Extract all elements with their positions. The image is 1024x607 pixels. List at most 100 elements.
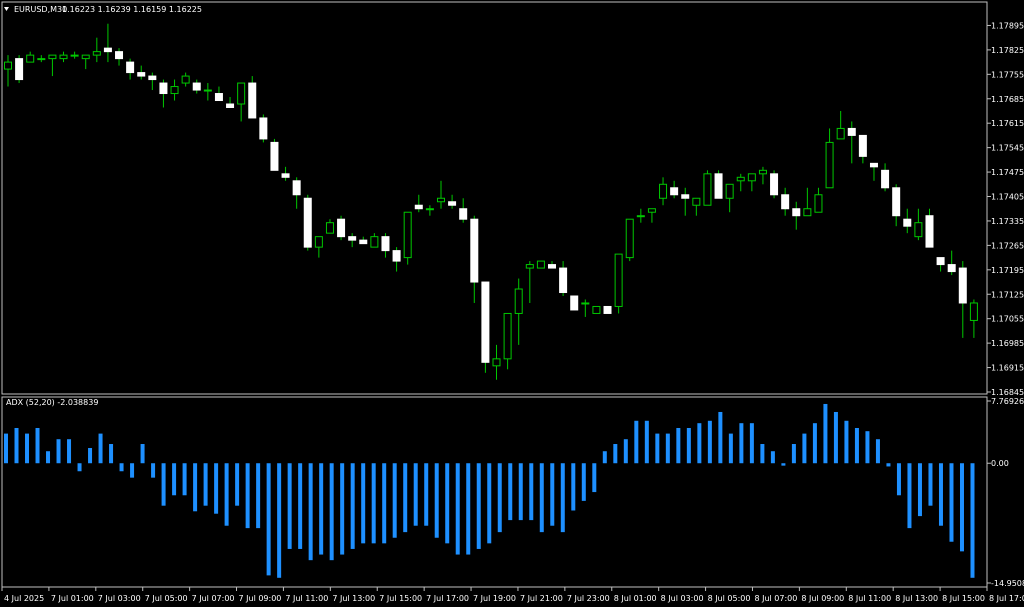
candle: [869, 162, 878, 181]
candle-body: [15, 58, 24, 81]
price-tick-label: 1.16985: [991, 339, 1024, 348]
candle: [892, 184, 901, 227]
time-tick-label: 8 Jul 01:00: [614, 594, 657, 603]
time-tick-label: 7 Jul 09:00: [239, 594, 282, 603]
time-tick-label: 7 Jul 23:00: [567, 594, 610, 603]
candle: [359, 236, 368, 245]
adx-bar: [623, 439, 628, 464]
candle: [115, 48, 124, 66]
adx-bar: [455, 463, 460, 555]
time-tick-label: 8 Jul 13:00: [895, 594, 938, 603]
adx-bar: [266, 463, 271, 576]
adx-bar: [928, 463, 933, 506]
candle: [126, 58, 135, 80]
candle-body: [425, 208, 434, 211]
price-tick-label: 1.17755: [991, 70, 1024, 79]
candle: [159, 79, 168, 108]
candle: [503, 312, 512, 370]
candle: [781, 187, 790, 216]
candle-body: [81, 54, 90, 60]
price-chart-svg[interactable]: 1.17895 1.17825 1.17755 1.17685 1.17615 1.175…: [0, 0, 1024, 607]
adx-bar: [581, 463, 586, 501]
adx-bar: [361, 463, 366, 544]
adx-bar: [613, 444, 618, 464]
adx-bar: [634, 420, 639, 464]
adx-bar: [371, 463, 376, 544]
price-tick-label: 1.17195: [991, 266, 1024, 275]
candle-body: [115, 51, 124, 60]
adx-bar: [770, 451, 775, 464]
candle: [825, 128, 834, 189]
chart-frames: [1, 1, 988, 588]
adx-bar: [518, 463, 523, 521]
candle-body: [681, 194, 690, 199]
candle-body: [59, 54, 68, 60]
candle-body: [470, 218, 479, 283]
price-pane-frame: [1, 1, 988, 395]
adx-bar: [802, 433, 807, 464]
adx-tick-label: -14.95084: [991, 579, 1024, 588]
candle: [392, 247, 401, 272]
adx-bar: [812, 423, 817, 464]
candle-body: [170, 86, 179, 95]
candle: [337, 215, 346, 241]
adx-bar: [644, 420, 649, 464]
candle-body: [925, 215, 934, 248]
candle-body: [370, 236, 379, 248]
candle-body: [559, 267, 568, 294]
time-axis: 4 Jul 2025 7 Jul 01:00 7 Jul 03:00 7 Jul 05…: [1, 587, 1024, 603]
candle-body: [614, 253, 623, 307]
candle: [170, 79, 179, 101]
price-tick-label: 1.17335: [991, 217, 1024, 226]
candle-body: [803, 208, 812, 217]
candle: [325, 219, 334, 234]
candle: [947, 250, 956, 276]
chart-menu-triangle-icon[interactable]: [4, 7, 9, 11]
indicator-title: ADX (52,20) -2.038839: [6, 398, 98, 407]
time-tick-label: 8 Jul 15:00: [942, 594, 985, 603]
candle-body: [337, 218, 346, 238]
time-tick-label: 7 Jul 11:00: [285, 594, 328, 603]
candle: [70, 51, 79, 59]
candle-body: [436, 197, 445, 203]
candle-body: [703, 173, 712, 206]
candle-body: [903, 218, 912, 227]
candle-body: [414, 204, 423, 210]
candle: [226, 97, 235, 108]
candle: [736, 173, 745, 192]
price-tick-label: 1.17895: [991, 21, 1024, 30]
time-tick-label: 7 Jul 21:00: [520, 594, 563, 603]
time-tick-label: 8 Jul 03:00: [661, 594, 704, 603]
candle: [814, 187, 823, 213]
candle: [581, 299, 590, 317]
adx-bar: [88, 448, 93, 464]
chart-window[interactable]: 1.17895 1.17825 1.17755 1.17685 1.17615 1.175…: [0, 0, 1024, 607]
candle: [925, 208, 934, 248]
candle: [958, 261, 967, 338]
adx-bar: [224, 463, 229, 526]
candle-body: [969, 302, 978, 321]
candle-body: [248, 82, 257, 119]
adx-bar: [970, 463, 975, 578]
candle-body: [448, 201, 457, 206]
adx-bar: [508, 463, 513, 521]
candle: [659, 177, 668, 206]
adx-bar: [14, 427, 19, 464]
adx-bar: [592, 463, 597, 493]
candle: [4, 55, 12, 87]
candle-body: [869, 162, 878, 168]
adx-bar: [172, 463, 177, 496]
candle: [803, 187, 812, 217]
candle: [603, 305, 612, 314]
candle-body: [203, 89, 212, 92]
candle-body: [647, 208, 656, 213]
adx-bar: [917, 463, 922, 517]
adx-bar: [203, 463, 208, 506]
candle: [314, 236, 323, 258]
candle-body: [181, 75, 190, 84]
candle: [636, 208, 645, 223]
candle-body: [814, 194, 823, 213]
candle-body: [625, 218, 634, 259]
adx-bar: [949, 463, 954, 542]
price-axis: 1.17895 1.17825 1.17755 1.17685 1.17615 1.175…: [987, 21, 1024, 397]
